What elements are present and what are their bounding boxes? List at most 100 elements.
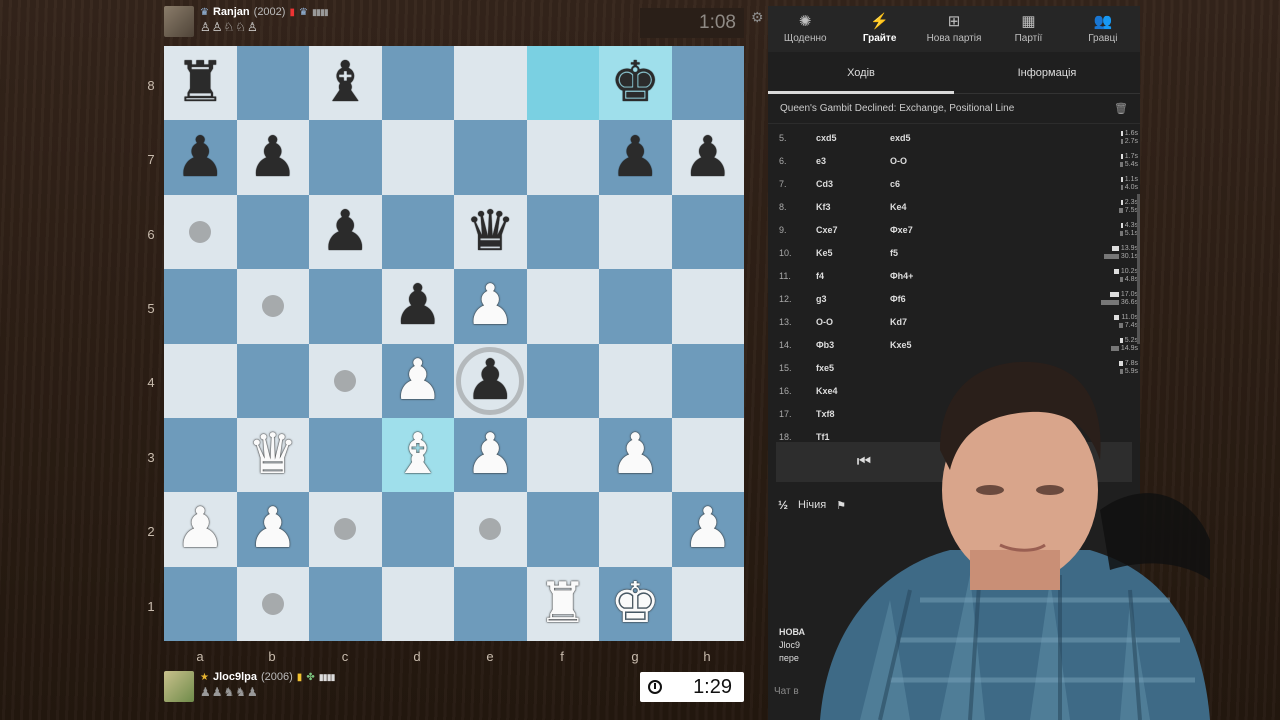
square-a1[interactable] — [164, 566, 237, 641]
square-b2[interactable]: ♟ — [236, 492, 309, 567]
white-pawn-icon[interactable]: ♟ — [175, 501, 225, 557]
square-b5[interactable] — [236, 269, 309, 344]
tab-moves[interactable]: Ходів — [768, 52, 954, 94]
square-f2[interactable] — [526, 492, 599, 567]
white-pawn-icon[interactable]: ♟ — [393, 352, 443, 409]
square-d1[interactable] — [381, 566, 454, 641]
square-b1[interactable] — [236, 566, 309, 641]
white-pawn-icon[interactable]: ♟ — [610, 427, 660, 483]
top-player-name[interactable]: Ranjan — [213, 6, 250, 19]
move-row[interactable]: 6. e3 O-O 1.7s 5.4s — [768, 149, 1140, 172]
square-a7[interactable]: ♟ — [164, 120, 237, 195]
square-h4[interactable] — [671, 343, 744, 418]
nav-play[interactable]: ⚡ Грайте — [842, 6, 916, 52]
black-pawn-icon[interactable]: ♟ — [610, 129, 660, 186]
black-bishop-icon[interactable]: ♝ — [320, 55, 370, 111]
square-c4[interactable] — [309, 343, 382, 418]
white-pawn-icon[interactable]: ♟ — [465, 427, 515, 483]
move-hint-dot[interactable] — [261, 592, 284, 615]
white-move[interactable]: g3 — [816, 294, 890, 304]
square-e5[interactable]: ♟ — [454, 269, 527, 344]
square-c5[interactable] — [309, 269, 382, 344]
move-hint-dot[interactable] — [334, 518, 357, 541]
white-pawn-icon[interactable]: ♟ — [465, 278, 515, 334]
white-move[interactable]: Kf3 — [816, 202, 890, 212]
square-a4[interactable] — [164, 343, 237, 418]
white-move[interactable]: Cd3 — [816, 179, 890, 189]
bottom-player-name[interactable]: Jloc9lpa — [213, 671, 257, 684]
square-e4[interactable]: ♟ — [454, 343, 527, 418]
square-d4[interactable]: ♟ — [381, 343, 454, 418]
square-a8[interactable]: ♜ — [164, 46, 237, 121]
square-b8[interactable] — [236, 46, 309, 121]
nav-players[interactable]: 👥 Гравці — [1066, 6, 1140, 52]
square-b7[interactable]: ♟ — [236, 120, 309, 195]
square-h8[interactable] — [671, 46, 744, 121]
square-g3[interactable]: ♟ — [599, 417, 672, 493]
square-g5[interactable] — [599, 269, 672, 344]
square-h6[interactable] — [671, 194, 744, 270]
move-row[interactable]: 11. f4 Фh4+ 10.2s 4.8s — [768, 264, 1140, 287]
capture-hint-ring[interactable] — [456, 346, 525, 415]
white-queen-icon[interactable]: ♛ — [248, 427, 298, 483]
square-g7[interactable]: ♟ — [599, 120, 672, 195]
black-rook-icon[interactable]: ♜ — [175, 55, 225, 111]
square-g1[interactable]: ♚ — [599, 566, 672, 641]
black-move[interactable]: Фxe7 — [890, 225, 1090, 235]
nav-games[interactable]: ▦ Партії — [991, 6, 1065, 52]
tab-info[interactable]: Інформація — [954, 52, 1140, 93]
black-pawn-icon[interactable]: ♟ — [248, 129, 298, 186]
square-f4[interactable] — [526, 343, 599, 418]
square-a5[interactable] — [164, 269, 237, 344]
square-c6[interactable]: ♟ — [309, 194, 382, 270]
move-row[interactable]: 10. Ke5 f5 13.9s 30.1s — [768, 241, 1140, 264]
move-row[interactable]: 9. Cxe7 Фxe7 4.3s 5.1s — [768, 218, 1140, 241]
square-d2[interactable] — [381, 492, 454, 567]
white-bishop-icon[interactable]: ♝ — [393, 427, 443, 483]
square-e6[interactable]: ♛ — [454, 194, 527, 270]
square-d8[interactable] — [381, 46, 454, 121]
move-row[interactable]: 5. cxd5 exd5 1.6s 2.7s — [768, 126, 1140, 149]
trash-icon[interactable]: 🗑 — [1114, 102, 1128, 115]
square-h7[interactable]: ♟ — [671, 120, 744, 195]
square-e8[interactable] — [454, 46, 527, 121]
move-hint-dot[interactable] — [334, 369, 357, 392]
white-move[interactable]: O-O — [816, 317, 890, 327]
square-c2[interactable] — [309, 492, 382, 567]
white-move[interactable]: f4 — [816, 271, 890, 281]
square-c7[interactable] — [309, 120, 382, 195]
black-move[interactable]: Ke4 — [890, 202, 1090, 212]
move-hint-dot[interactable] — [479, 518, 502, 541]
black-pawn-icon[interactable]: ♟ — [175, 129, 225, 186]
square-f8[interactable] — [526, 46, 599, 121]
square-d7[interactable] — [381, 120, 454, 195]
white-move[interactable]: Cxe7 — [816, 225, 890, 235]
square-e1[interactable] — [454, 566, 527, 641]
nav-daily[interactable]: ✺ Щоденно — [768, 6, 842, 52]
scrollbar[interactable] — [1137, 194, 1140, 344]
move-row[interactable]: 8. Kf3 Ke4 2.3s 7.5s — [768, 195, 1140, 218]
square-a6[interactable] — [164, 194, 237, 270]
move-row[interactable]: 12. g3 Фf6 17.0s 36.6s — [768, 287, 1140, 310]
white-pawn-icon[interactable]: ♟ — [248, 501, 298, 557]
black-move[interactable]: Kd7 — [890, 317, 1090, 327]
white-pawn-icon[interactable]: ♟ — [683, 501, 733, 557]
white-king-icon[interactable]: ♚ — [610, 575, 660, 632]
black-move[interactable]: c6 — [890, 179, 1090, 189]
chess-board[interactable]: ♜ ♝ ♚ ♟ ♟ ♟ ♟ ♟ ♛ ♟ ♟ ♟ ♟ ♛ ♝ ♟ ♟ ♟ ♟ ♟ … — [164, 46, 744, 641]
square-b4[interactable] — [236, 343, 309, 418]
move-row[interactable]: 13. O-O Kd7 11.0s 7.4s — [768, 310, 1140, 333]
square-b3[interactable]: ♛ — [236, 417, 309, 493]
white-move[interactable]: cxd5 — [816, 133, 890, 143]
square-b6[interactable] — [236, 194, 309, 270]
square-c3[interactable] — [309, 417, 382, 493]
square-a3[interactable] — [164, 417, 237, 493]
square-f6[interactable] — [526, 194, 599, 270]
square-h3[interactable] — [671, 417, 744, 493]
move-hint-dot[interactable] — [189, 220, 212, 243]
white-move[interactable]: e3 — [816, 156, 890, 166]
square-f5[interactable] — [526, 269, 599, 344]
square-c1[interactable] — [309, 566, 382, 641]
black-move[interactable]: exd5 — [890, 133, 1090, 143]
square-h5[interactable] — [671, 269, 744, 344]
